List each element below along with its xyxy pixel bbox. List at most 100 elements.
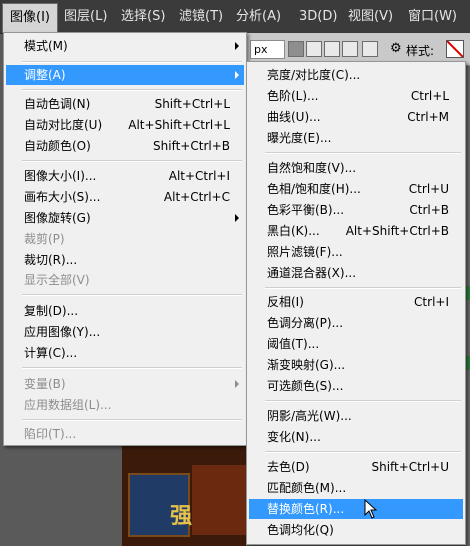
adjust-item-threshold[interactable]: 阈值(T)... <box>249 334 463 354</box>
menu-item-label: 裁剪(P) <box>24 232 65 246</box>
menu-item-label: 渐变映射(G)... <box>267 358 346 372</box>
menu-separator <box>22 160 242 162</box>
antialias-icon[interactable]: ⚙ <box>390 41 402 56</box>
image-menu-item-image-size[interactable]: 图像大小(I)... Alt+Ctrl+I <box>6 166 244 186</box>
menu-item-label: 色调均化(Q) <box>267 523 334 537</box>
add-selection-icon[interactable] <box>306 41 322 57</box>
menu-item-label: 匹配颜色(M)... <box>267 481 347 495</box>
adjust-item-levels[interactable]: 色阶(L)... Ctrl+L <box>249 86 463 106</box>
submenu-arrow-icon <box>235 71 239 79</box>
menu-item-shortcut: Shift+Ctrl+L <box>154 97 230 111</box>
canvas-tile <box>192 465 246 535</box>
canvas-green-mark <box>466 286 470 300</box>
submenu-arrow-icon <box>235 380 239 388</box>
image-menu-item-reveal-all: 显示全部(V) <box>6 270 244 290</box>
image-menu-item-image-rotation[interactable]: 图像旋转(G) <box>6 208 244 228</box>
adjust-item-equalize[interactable]: 色调均化(Q) <box>249 520 463 540</box>
menu-item-shortcut: Ctrl+B <box>409 203 449 217</box>
adjust-item-selective-color[interactable]: 可选颜色(S)... <box>249 376 463 396</box>
menu-item-label: 可选颜色(S)... <box>267 379 344 393</box>
menu-item-label: 色阶(L)... <box>267 89 319 103</box>
image-menu-item-duplicate[interactable]: 复制(D)... <box>6 301 244 321</box>
feather-unit-field[interactable]: px <box>250 40 285 59</box>
menu-item-label: 图像旋转(G) <box>24 211 91 225</box>
adjust-item-exposure[interactable]: 曝光度(E)... <box>249 128 463 148</box>
menu-item-label: 阈值(T)... <box>267 337 320 351</box>
menu-separator <box>22 419 242 421</box>
menu-separator <box>22 294 242 296</box>
adjust-item-shadows-highlights[interactable]: 阴影/高光(W)... <box>249 406 463 426</box>
submenu-arrow-icon <box>235 42 239 50</box>
adjust-item-curves[interactable]: 曲线(U)... Ctrl+M <box>249 107 463 127</box>
adjust-item-color-balance[interactable]: 色彩平衡(B)... Ctrl+B <box>249 200 463 220</box>
menu-layer[interactable]: 图层(L) <box>57 0 114 33</box>
image-menu-item-apply-image[interactable]: 应用图像(Y)... <box>6 322 244 342</box>
menu-item-label: 反相(I) <box>267 295 304 309</box>
image-menu: 模式(M) 调整(A) 自动色调(N) Shift+Ctrl+L 自动对比度(U… <box>3 32 247 446</box>
menu-item-shortcut: Alt+Ctrl+I <box>168 169 230 183</box>
menu-separator <box>22 89 242 91</box>
adjust-item-invert[interactable]: 反相(I) Ctrl+I <box>249 292 463 312</box>
canvas-edge <box>466 66 470 546</box>
menu-analysis[interactable]: 分析(A) <box>229 0 288 33</box>
menu-image[interactable]: 图像(I) <box>2 3 58 33</box>
menu-item-label: 应用图像(Y)... <box>24 325 101 339</box>
menu-item-shortcut: Alt+Shift+Ctrl+B <box>345 224 449 238</box>
menu-item-shortcut: Ctrl+I <box>414 295 449 309</box>
menu-item-label: 自动对比度(U) <box>24 118 103 132</box>
adjust-item-replace-color[interactable]: 替换颜色(R)... <box>249 499 463 519</box>
menu-item-label: 图像大小(I)... <box>24 169 97 183</box>
menu-item-label: 黑白(K)... <box>267 224 320 238</box>
menu-filter[interactable]: 滤镜(T) <box>172 0 230 33</box>
adjustments-submenu: 亮度/对比度(C)... 色阶(L)... Ctrl+L 曲线(U)... Ct… <box>246 61 466 545</box>
menu-window[interactable]: 窗口(W) <box>401 0 464 33</box>
image-menu-item-mode[interactable]: 模式(M) <box>6 36 244 56</box>
menu-item-label: 色调分离(P)... <box>267 316 344 330</box>
image-menu-item-trap: 陷印(T)... <box>6 424 244 444</box>
adjust-item-black-white[interactable]: 黑白(K)... Alt+Shift+Ctrl+B <box>249 221 463 241</box>
image-menu-item-calculations[interactable]: 计算(C)... <box>6 343 244 363</box>
adjust-item-vibrance[interactable]: 自然饱和度(V)... <box>249 158 463 178</box>
menu-item-label: 亮度/对比度(C)... <box>267 68 361 82</box>
menu-item-label: 应用数据组(L)... <box>24 398 112 412</box>
menu-item-shortcut: Ctrl+U <box>408 182 449 196</box>
image-menu-item-apply-data-set: 应用数据组(L)... <box>6 395 244 415</box>
menu-item-label: 自动颜色(O) <box>24 139 91 153</box>
adjust-item-variations[interactable]: 变化(N)... <box>249 427 463 447</box>
image-menu-item-auto-tone[interactable]: 自动色调(N) Shift+Ctrl+L <box>6 94 244 114</box>
adjust-item-photo-filter[interactable]: 照片滤镜(F)... <box>249 242 463 262</box>
image-menu-item-trim[interactable]: 裁切(R)... <box>6 250 244 270</box>
selection-option-icon[interactable] <box>362 41 378 57</box>
image-menu-item-auto-color[interactable]: 自动颜色(O) Shift+Ctrl+B <box>6 136 244 156</box>
menu-item-label: 色相/饱和度(H)... <box>267 182 361 196</box>
menu-select[interactable]: 选择(S) <box>114 0 172 33</box>
menu-item-label: 模式(M) <box>24 39 68 53</box>
adjust-item-desaturate[interactable]: 去色(D) Shift+Ctrl+U <box>249 457 463 477</box>
adjust-item-match-color[interactable]: 匹配颜色(M)... <box>249 478 463 498</box>
menu-item-label: 复制(D)... <box>24 304 79 318</box>
menu-3d[interactable]: 3D(D) <box>292 0 344 33</box>
adjust-item-hue-saturation[interactable]: 色相/饱和度(H)... Ctrl+U <box>249 179 463 199</box>
adjust-item-brightness-contrast[interactable]: 亮度/对比度(C)... <box>249 65 463 85</box>
menu-item-label: 调整(A) <box>24 68 66 82</box>
image-menu-item-canvas-size[interactable]: 画布大小(S)... Alt+Ctrl+C <box>6 187 244 207</box>
menu-item-label: 照片滤镜(F)... <box>267 245 343 259</box>
menu-item-label: 去色(D) <box>267 460 310 474</box>
intersect-selection-icon[interactable] <box>342 41 358 57</box>
adjust-item-channel-mixer[interactable]: 通道混合器(X)... <box>249 263 463 283</box>
subtract-selection-icon[interactable] <box>324 41 340 57</box>
menu-view[interactable]: 视图(V) <box>341 0 400 33</box>
menu-item-label: 计算(C)... <box>24 346 78 360</box>
image-menu-item-auto-contrast[interactable]: 自动对比度(U) Alt+Shift+Ctrl+L <box>6 115 244 135</box>
menu-item-label: 阴影/高光(W)... <box>267 409 352 423</box>
adjust-item-posterize[interactable]: 色调分离(P)... <box>249 313 463 333</box>
style-swatch-icon[interactable] <box>446 40 464 58</box>
menu-item-label: 曝光度(E)... <box>267 131 332 145</box>
new-selection-icon[interactable] <box>288 41 304 57</box>
menu-item-shortcut: Ctrl+L <box>410 89 449 103</box>
menu-item-shortcut: Shift+Ctrl+U <box>371 460 449 474</box>
menu-separator <box>265 451 461 453</box>
adjust-item-gradient-map[interactable]: 渐变映射(G)... <box>249 355 463 375</box>
style-label: 样式: <box>406 44 435 58</box>
image-menu-item-adjust[interactable]: 调整(A) <box>6 65 244 85</box>
